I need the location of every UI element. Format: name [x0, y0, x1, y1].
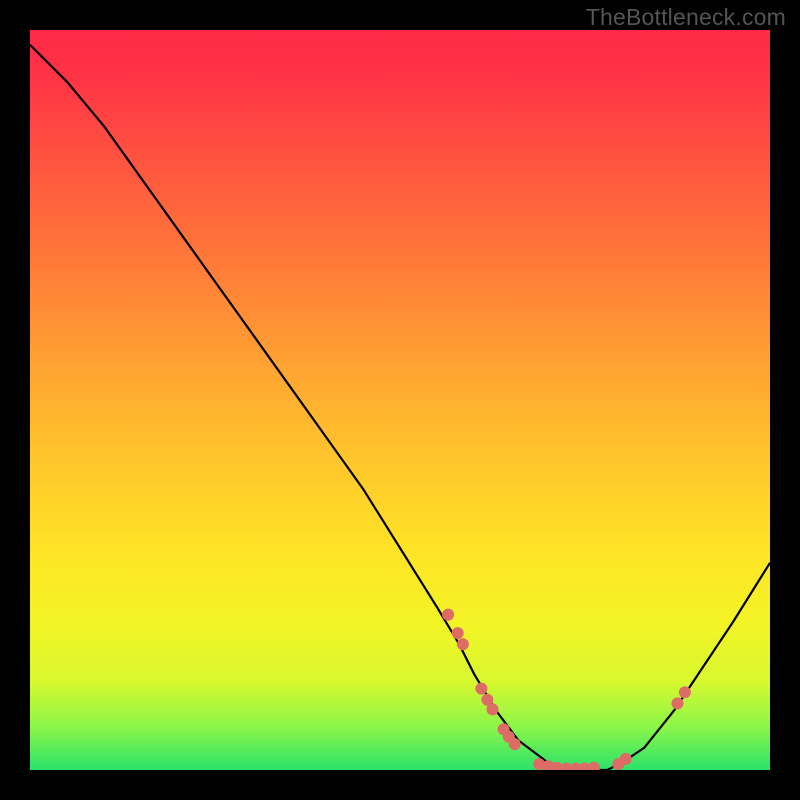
data-point	[588, 762, 600, 770]
watermark-text: TheBottleneck.com	[586, 4, 786, 31]
data-point	[620, 753, 632, 765]
curve-line	[30, 45, 770, 770]
data-point	[487, 703, 499, 715]
plot-area	[30, 30, 770, 770]
data-point	[452, 627, 464, 639]
chart-svg	[30, 30, 770, 770]
data-point	[509, 738, 521, 750]
data-point	[679, 686, 691, 698]
data-point	[457, 638, 469, 650]
data-point	[672, 697, 684, 709]
data-point	[475, 683, 487, 695]
markers-group	[442, 609, 691, 770]
chart-container: TheBottleneck.com	[0, 0, 800, 800]
data-point	[442, 609, 454, 621]
